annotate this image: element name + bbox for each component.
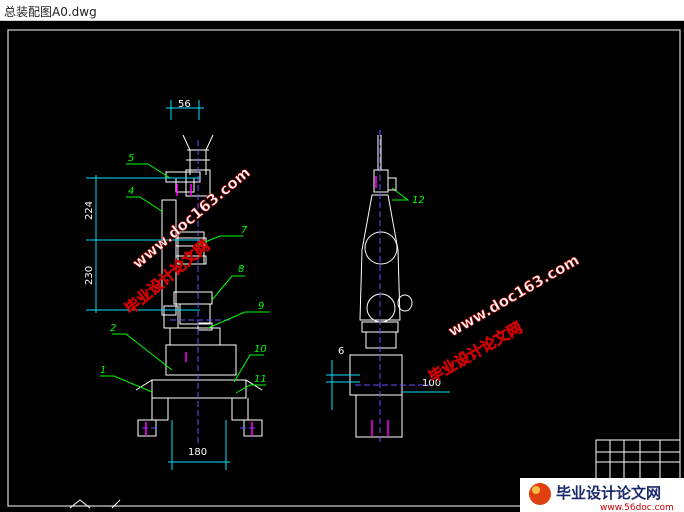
dim-top-width: 56 [178, 99, 191, 110]
callout-12: 12 [412, 195, 425, 206]
callout-2: 2 [110, 323, 116, 334]
logo-url: www.56doc.com [600, 503, 674, 512]
window-title: 总装配图A0.dwg [4, 5, 97, 19]
dim-base-width: 180 [188, 447, 207, 458]
callout-5: 5 [128, 153, 134, 164]
watermark-right: www.doc163.com 毕业设计论文网 [425, 250, 582, 386]
side-view-centerline [355, 130, 430, 445]
front-view-leaders [100, 163, 410, 394]
dim-upper-height: 224 [84, 201, 95, 220]
window-titlebar: 总装配图A0.dwg [0, 0, 684, 21]
callout-10: 10 [254, 344, 267, 355]
callout-8: 8 [238, 264, 244, 275]
callout-1: 1 [100, 365, 106, 376]
ucs-icon [69, 499, 121, 509]
logo-text: 毕业设计论文网 [556, 484, 661, 502]
callout-11: 11 [254, 374, 267, 385]
callout-4: 4 [128, 186, 134, 197]
dim-lower-height: 230 [84, 266, 95, 285]
dim-side-offset: 6 [338, 346, 344, 357]
callout-7: 7 [241, 225, 248, 236]
cad-drawing-canvas[interactable]: 56 224 230 180 5 4 7 8 9 2 1 10 11 12 6 … [0, 21, 684, 512]
logo-ball-icon [529, 483, 551, 505]
site-logo: 毕业设计论文网 www.56doc.com [520, 478, 684, 512]
watermark-brand: 毕业设计论文网 [425, 318, 525, 386]
callout-9: 9 [258, 301, 264, 312]
